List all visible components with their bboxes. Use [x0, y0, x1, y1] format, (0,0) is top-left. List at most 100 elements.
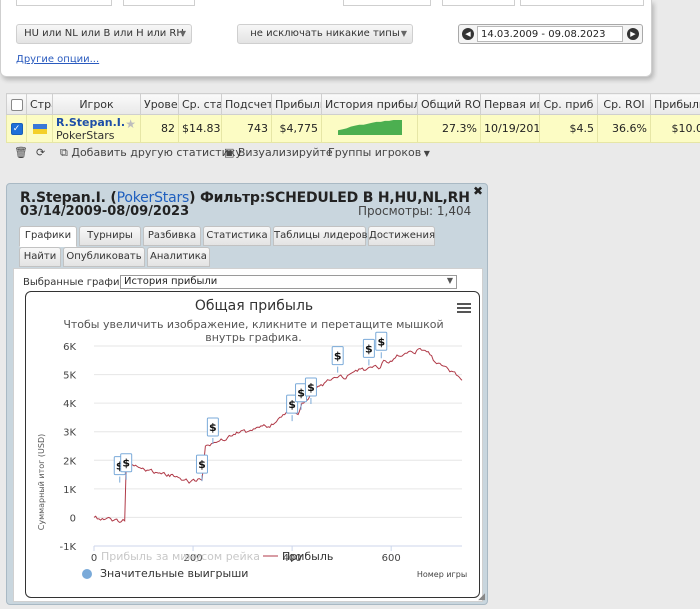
column-header[interactable]: Ср. ROI — [597, 93, 651, 115]
column-header[interactable]: Уровен — [140, 93, 179, 115]
profit-chart-svg[interactable]: Общая прибыль Чтобы увеличить изображени… — [26, 292, 480, 598]
row-checkbox-cell[interactable]: ✓ — [6, 114, 27, 143]
range-input[interactable] — [520, 0, 644, 6]
exclude-types-dropdown[interactable]: не исключать никакие типы ▼ — [237, 24, 413, 44]
sparkline-area — [337, 120, 402, 135]
game-type-dropdown-label: HU или NL или B или H или RH — [24, 28, 184, 39]
max-input[interactable] — [123, 0, 195, 6]
y-tick-label: 1K — [63, 485, 76, 496]
select-all-header[interactable] — [6, 93, 27, 115]
legend-big-wins[interactable]: Значительные выигрыши — [100, 567, 248, 580]
player-groups-dropdown[interactable]: Группы игроков ▼ — [328, 146, 430, 159]
table-toolbar: 🗑 ⟳ ⧉ Добавить другую статистику ▣ Визуа… — [10, 146, 700, 162]
big-win-marker[interactable]: $ — [375, 331, 388, 359]
big-win-marker[interactable]: $ — [195, 454, 208, 482]
big-win-label: $ — [288, 398, 296, 411]
select-all-checkbox[interactable] — [10, 98, 23, 111]
stats-table: Стра Игрок Уровен Ср. ста Подсчет Прибыл… — [6, 93, 700, 143]
date-range-picker: ◀ ▶ — [458, 24, 643, 44]
filter-panel: HU или NL или B или H или RH ▼ не исключ… — [0, 0, 652, 77]
avg-profit-cell: $4.5 — [539, 114, 598, 143]
profit-cell: $4,775 — [271, 114, 322, 143]
player-cell: R.Stepan.I. PokerStars ★ — [52, 114, 141, 143]
visualize-label: Визуализируйте — [237, 146, 333, 159]
tab-find[interactable]: Найти — [19, 247, 61, 267]
close-icon[interactable]: ✖ — [473, 184, 483, 198]
table-header-row: Стра Игрок Уровен Ср. ста Подсчет Прибыл… — [6, 93, 700, 115]
exclude-types-dropdown-label: не исключать никакие типы — [250, 28, 400, 39]
visualize-button[interactable]: ▣ Визуализируйте — [224, 146, 333, 159]
tab-tournaments[interactable]: Турниры — [79, 226, 141, 246]
resize-handle[interactable]: ◢ — [478, 592, 485, 602]
tab-achievements[interactable]: Достижения — [368, 226, 435, 246]
profit-chart[interactable]: Общая прибыль Чтобы увеличить изображени… — [25, 291, 480, 598]
column-header[interactable]: Общий ROI — [417, 93, 481, 115]
refresh-icon[interactable]: ⟳ — [36, 146, 45, 159]
column-header[interactable]: Подсчет — [221, 93, 272, 115]
player-groups-label: Группы игроков — [328, 146, 422, 159]
tab-statistics[interactable]: Статистика — [203, 226, 271, 246]
tab-publish[interactable]: Опубликовать — [63, 247, 145, 267]
selected-charts-label: Выбранные графики: — [23, 277, 136, 288]
add-stat-icon: ⧉ — [60, 146, 72, 159]
date-range-input[interactable] — [477, 26, 623, 42]
level-cell: 82 — [140, 114, 179, 143]
big-win-marker[interactable]: $ — [206, 417, 219, 444]
x-axis-label: Номер игры — [417, 570, 467, 579]
chevron-down-icon: ▼ — [400, 29, 407, 38]
dialog-date-range: 03/14/2009-08/09/2023 — [20, 204, 190, 219]
views-count: Просмотры: 1,404 — [358, 204, 472, 218]
to-input[interactable] — [442, 0, 515, 6]
profit-history-cell[interactable] — [321, 114, 418, 143]
game-type-dropdown[interactable]: HU или NL или B или H или RH ▼ — [16, 24, 192, 44]
player-chart-dialog: ✖ R.Stepan.I. (PokerStars) Фильтр:SCHEDU… — [6, 183, 488, 605]
column-header[interactable]: Первая игр — [480, 93, 540, 115]
tab-analytics[interactable]: Аналитика — [147, 247, 210, 267]
from-input[interactable] — [343, 0, 431, 6]
tab-leaderboards[interactable]: Таблицы лидеров — [273, 226, 368, 246]
column-header[interactable]: Ср. ста — [178, 93, 222, 115]
trash-icon[interactable]: 🗑 — [14, 146, 28, 159]
profit-sparkline — [337, 120, 402, 135]
star-icon[interactable]: ★ — [125, 117, 136, 131]
chart-subtitle: Чтобы увеличить изображение, кликните и … — [63, 318, 444, 344]
chart-legend: Прибыль Прибыль за минусом рейка Значите… — [82, 550, 333, 580]
count-cell: 743 — [221, 114, 272, 143]
chart-subtitle-wrap: Чтобы увеличить изображение, кликните и … — [63, 318, 444, 344]
big-win-label: $ — [297, 387, 305, 400]
roi-cell: 27.3% — [417, 114, 481, 143]
tab-charts[interactable]: Графики — [19, 226, 77, 247]
tab-breakdown[interactable]: Разбивка — [143, 226, 201, 246]
more-options-link[interactable]: Другие опции... — [16, 54, 99, 65]
big-win-marker[interactable]: $ — [331, 346, 344, 373]
next-arrow-icon[interactable]: ▶ — [627, 28, 639, 40]
big-win-label: $ — [365, 342, 373, 355]
add-stat-button[interactable]: ⧉ Добавить другую статистику — [60, 146, 242, 160]
legend-profit[interactable]: Прибыль — [282, 550, 333, 563]
column-header[interactable]: Прибыль — [271, 93, 322, 115]
table-row[interactable]: ✓ R.Stepan.I. PokerStars ★ 82 $14.83 743… — [6, 114, 700, 143]
chevron-down-icon: ▼ — [446, 276, 453, 285]
selected-chart-select[interactable]: История прибыли ▼ — [120, 275, 457, 289]
column-header[interactable]: Игрок — [52, 93, 141, 115]
menu-icon[interactable] — [457, 303, 471, 313]
selected-chart-value: История прибыли — [124, 276, 218, 287]
big-win-label: $ — [122, 457, 130, 470]
column-header[interactable]: Ср. приб — [539, 93, 598, 115]
country-cell — [26, 114, 53, 143]
legend-big-wins-swatch — [82, 569, 92, 579]
column-header[interactable]: Стра — [26, 93, 53, 115]
row-checkbox[interactable]: ✓ — [10, 123, 23, 135]
legend-profit-minus-rake[interactable]: Прибыль за минусом рейка — [101, 550, 260, 563]
big-win-marker[interactable]: $ — [362, 338, 375, 366]
column-header[interactable]: История прибыли — [321, 93, 418, 115]
y-tick-label: 3K — [63, 428, 76, 439]
min-input[interactable] — [16, 0, 112, 6]
dialog-title-paren-close: ) — [189, 190, 196, 206]
big-win-marker[interactable]: $ — [120, 453, 133, 480]
column-header[interactable]: Прибыль/ч — [650, 93, 700, 115]
prev-arrow-icon[interactable]: ◀ — [462, 28, 474, 40]
y-tick-label: -1K — [59, 542, 76, 553]
avg-stake-cell: $14.83 — [178, 114, 222, 143]
x-tick-label: 0 — [91, 553, 97, 564]
